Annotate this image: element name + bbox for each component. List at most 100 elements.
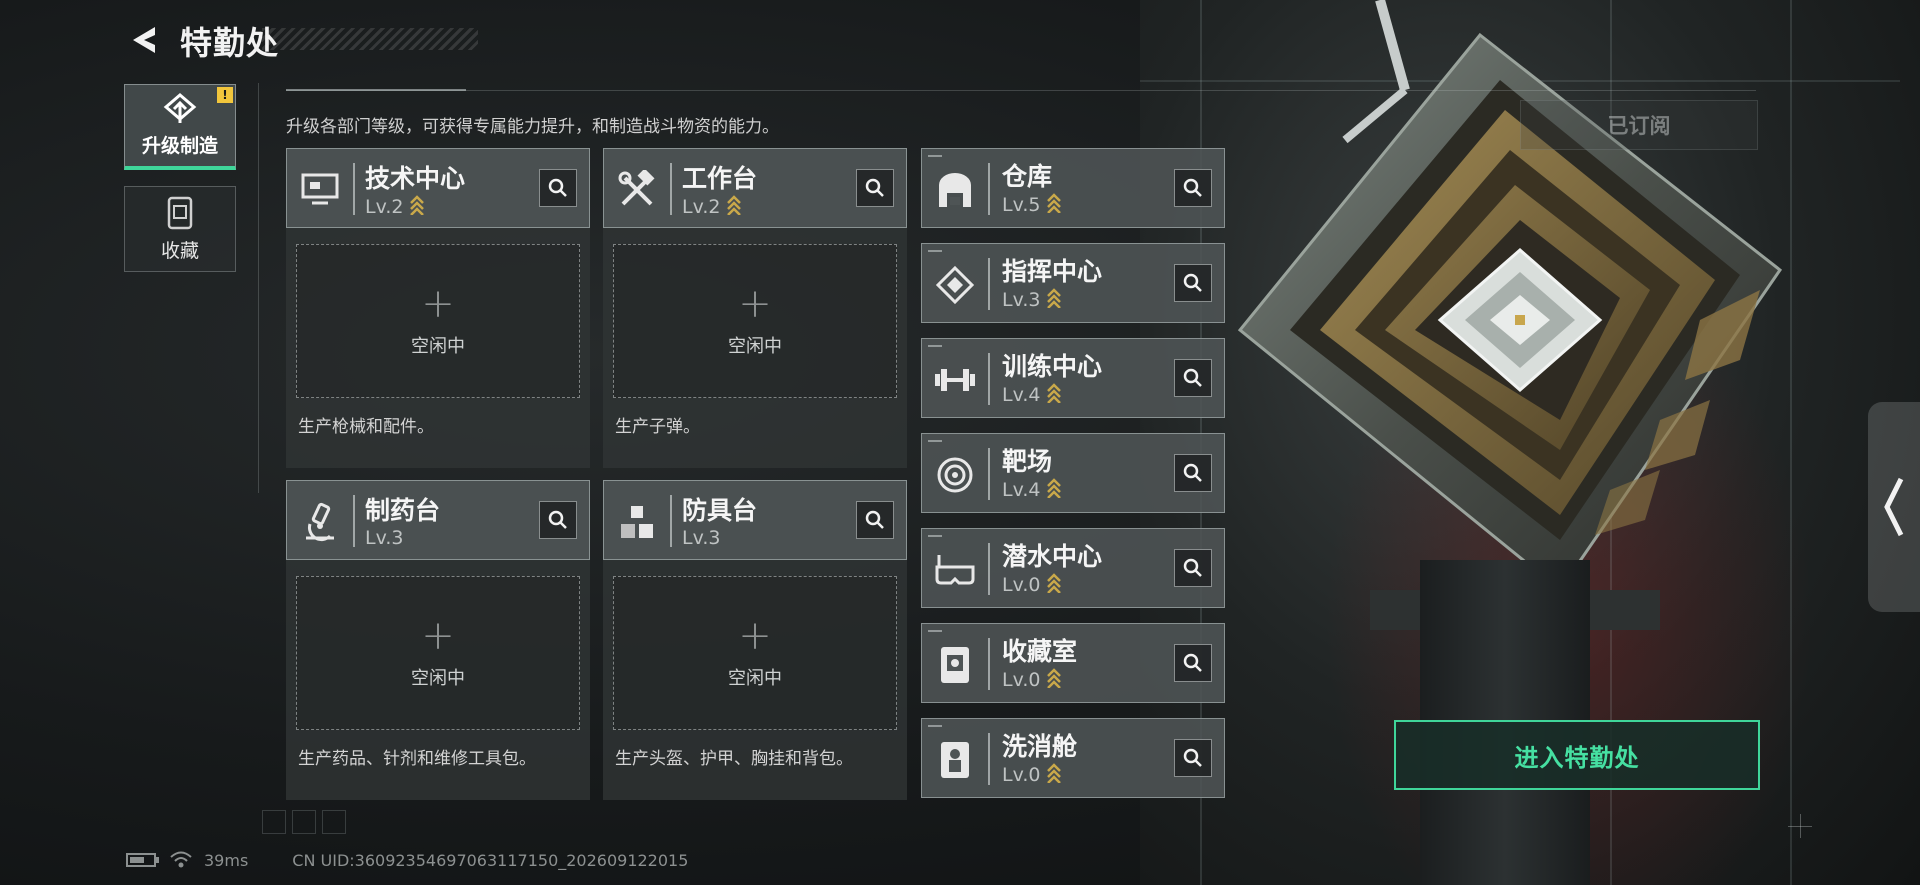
department-level: Lv.4 [1002,383,1062,406]
department-row-collection-room[interactable]: 收藏室 Lv.0 [921,623,1225,703]
department-name: 指挥中心 [1002,257,1103,286]
upgrade-chevron-icon [1047,573,1062,593]
search-button[interactable] [1174,644,1212,682]
nav-upgrade-manufacture[interactable]: ! 升级制造 [124,84,236,170]
search-button[interactable] [1174,264,1212,302]
page-title: 特勤处 [180,24,280,62]
divider [286,90,1756,91]
production-slot[interactable]: + 空闲中 [613,244,897,398]
user-uid: CN UID:36092354697063117150_202609122015 [292,850,689,870]
wifi-icon [170,851,192,868]
card-tech-center: 技术中心 Lv.2 + 空闲中 生产枪械和配件。 [286,148,590,468]
back-arrow-icon [133,27,155,53]
search-icon [1183,558,1202,577]
decorative-boxes [262,810,346,834]
tools-icon [614,167,660,213]
divider-accent [286,89,466,91]
search-button[interactable] [856,169,894,207]
search-icon [1183,368,1202,387]
card-header[interactable]: 防具台 Lv.3 [603,480,907,560]
department-level: Lv.5 [1002,193,1062,216]
upgrade-chevron-icon [1047,193,1062,213]
card-armor-bench: 防具台 Lv.3 + 空闲中 生产头盔、护甲、胸挂和背包。 [603,480,907,800]
card-pharmacy: 制药台 Lv.3 + 空闲中 生产药品、针剂和维修工具包。 [286,480,590,800]
department-level: Lv.0 [1002,573,1062,596]
plus-icon: + [421,613,455,659]
upgrade-chevron-icon [1047,763,1062,783]
upgrade-chevron-icon [1047,668,1062,688]
department-row-training-center[interactable]: 训练中心 Lv.4 [921,338,1225,418]
department-level: Lv.2 [682,195,742,218]
search-button[interactable] [1174,359,1212,397]
side-drawer-tab[interactable] [1868,402,1920,612]
department-level: Lv.2 [365,195,425,218]
search-button[interactable] [856,501,894,539]
department-row-command-center[interactable]: 指挥中心 Lv.3 [921,243,1225,323]
search-icon [1183,748,1202,767]
title-decoration [262,28,478,50]
department-name: 潜水中心 [1002,542,1103,571]
search-button[interactable] [1174,549,1212,587]
back-button[interactable] [124,20,164,60]
department-name: 防具台 [682,496,758,525]
collection-icon [167,196,193,229]
nav-label: 升级制造 [141,135,218,157]
upgrade-chevron-icon [1047,288,1062,308]
department-level: Lv.0 [1002,668,1062,691]
department-row-diving-center[interactable]: 潜水中心 Lv.0 [921,528,1225,608]
card-header[interactable]: 工作台 Lv.2 [603,148,907,228]
department-name: 收藏室 [1002,637,1078,666]
status-bar: 39ms CN UID:36092354697063117150_2026091… [126,846,688,874]
card-header[interactable]: 技术中心 Lv.2 [286,148,590,228]
slot-status: 空闲中 [728,668,782,689]
target-icon [932,452,978,498]
card-header[interactable]: 制药台 Lv.3 [286,480,590,560]
enter-button-label: 进入特勤处 [1514,743,1640,772]
upgrade-chevron-icon [410,195,425,215]
department-level: Lv.3 [1002,288,1062,311]
diving-mask-icon [932,547,978,593]
department-row-shooting-range[interactable]: 靶场 Lv.4 [921,433,1225,513]
card-description: 生产子弹。 [615,417,700,437]
department-row-warehouse[interactable]: 仓库 Lv.5 [921,148,1225,228]
slot-status: 空闲中 [411,336,465,357]
production-slot[interactable]: + 空闲中 [613,576,897,730]
display-case-icon [932,642,978,688]
slot-status: 空闲中 [728,336,782,357]
battery-icon [126,853,159,867]
subscribed-label: 已订阅 [1607,114,1671,138]
corner-mark [1800,814,1801,838]
search-icon [1183,463,1202,482]
search-icon [1183,178,1202,197]
command-icon [932,262,978,308]
warehouse-icon [932,167,978,213]
production-slot[interactable]: + 空闲中 [296,244,580,398]
search-button[interactable] [1174,454,1212,492]
department-name: 工作台 [682,164,758,193]
card-description: 生产药品、针剂和维修工具包。 [298,749,536,769]
department-row-decon-pod[interactable]: 洗消舱 Lv.0 [921,718,1225,798]
department-name: 靶场 [1002,447,1053,476]
plus-icon: + [738,281,772,327]
production-slot[interactable]: + 空闲中 [296,576,580,730]
search-button[interactable] [1174,739,1212,777]
card-description: 生产枪械和配件。 [298,417,434,437]
search-icon [548,178,567,197]
search-icon [1183,273,1202,292]
nav-collection[interactable]: 收藏 [124,186,236,272]
enter-special-ops-button[interactable]: 进入特勤处 [1394,720,1760,790]
search-button[interactable] [539,501,577,539]
search-button[interactable] [539,169,577,207]
search-icon [865,510,884,529]
search-button[interactable] [1174,169,1212,207]
cubes-icon [614,499,660,545]
subscribed-button[interactable]: 已订阅 [1520,100,1758,150]
dumbbell-icon [932,357,978,403]
department-level: Lv.3 [365,527,404,549]
department-name: 洗消舱 [1002,732,1078,761]
department-name: 仓库 [1002,162,1053,191]
slot-status: 空闲中 [411,668,465,689]
department-level: Lv.4 [1002,478,1062,501]
plus-icon: + [421,281,455,327]
chevron-left-icon [1884,477,1904,537]
